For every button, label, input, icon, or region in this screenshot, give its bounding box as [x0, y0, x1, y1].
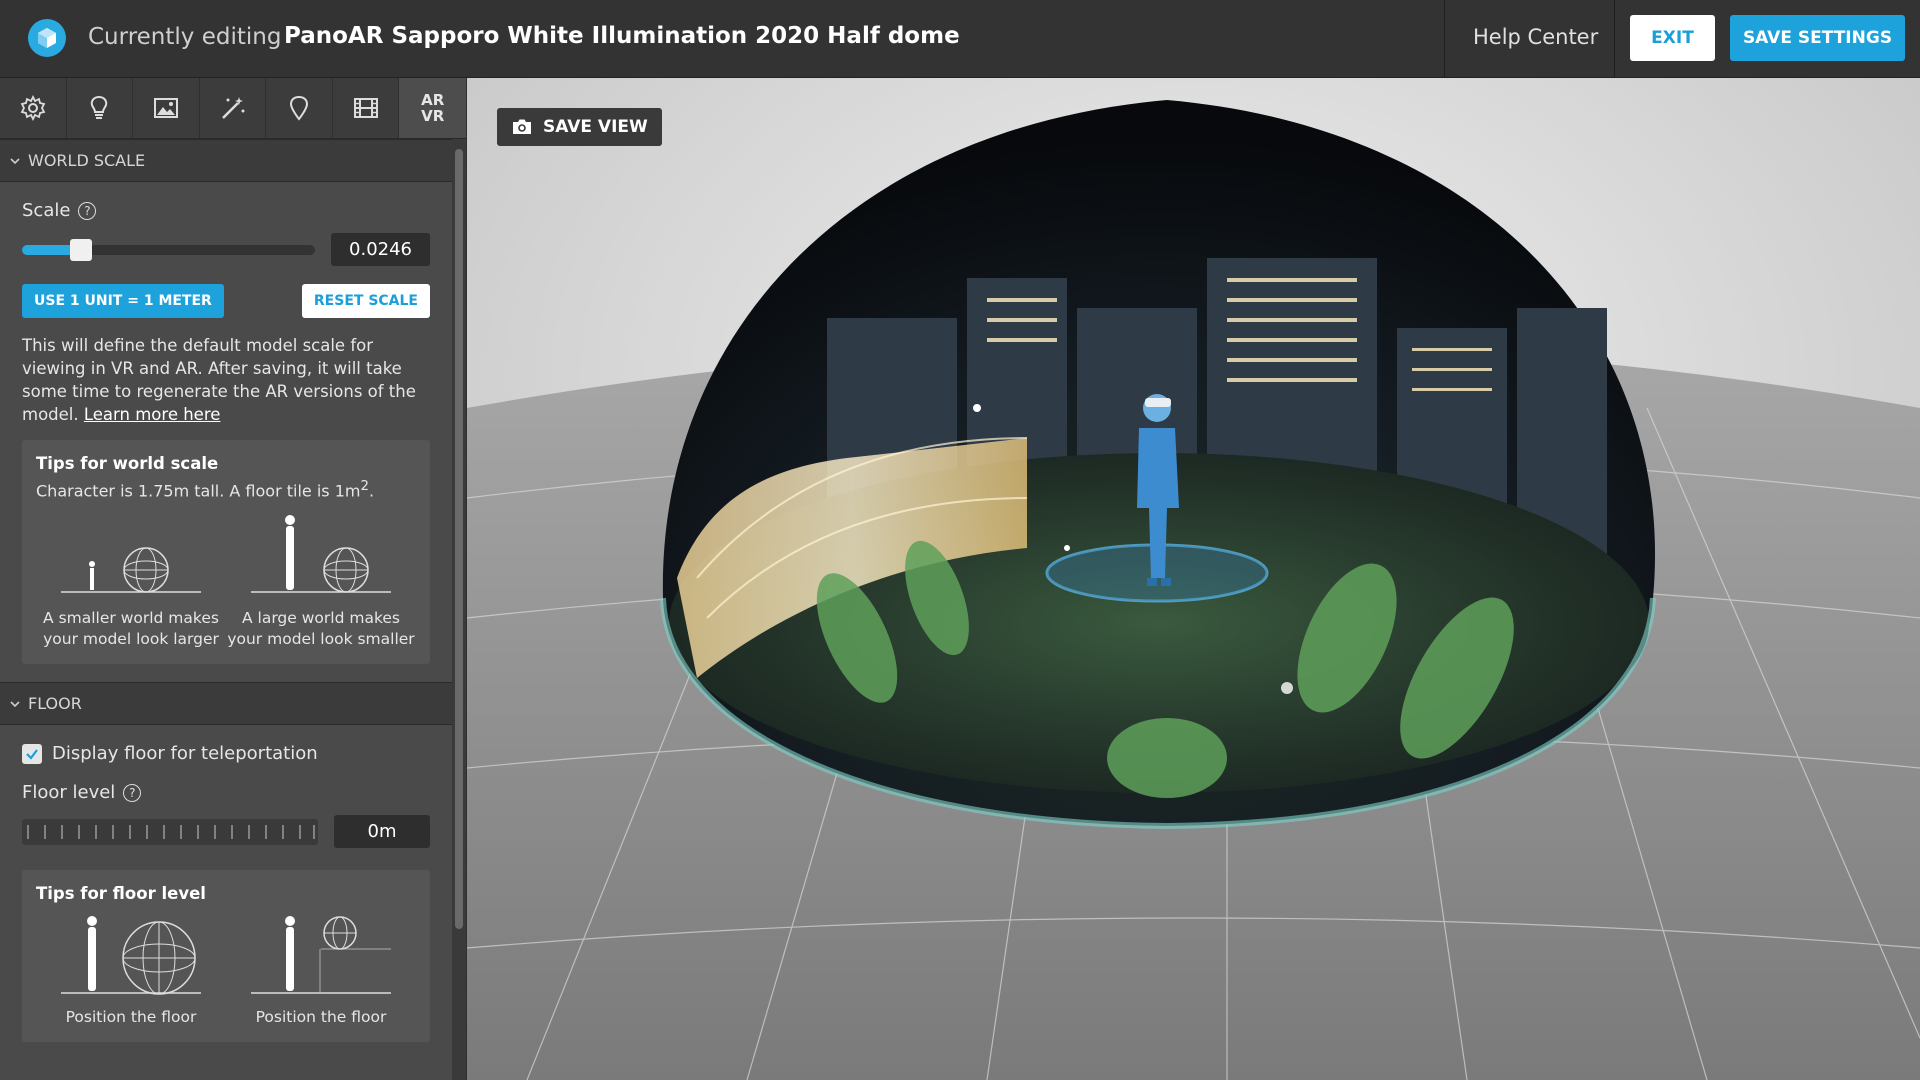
display-floor-label: Display floor for teleportation [52, 743, 318, 765]
scale-value-input[interactable]: 0.0246 [331, 233, 430, 266]
tip-floor-right: Position the floor [226, 911, 416, 1028]
magic-wand-icon [221, 97, 245, 119]
floor-level-slider[interactable] [22, 818, 318, 845]
floor-left-illustration [61, 916, 201, 996]
help-icon[interactable]: ? [78, 201, 97, 220]
chevron-down-icon [10, 701, 20, 707]
scale-label-text: Scale [22, 200, 71, 221]
help-icon[interactable]: ? [123, 783, 142, 802]
tab-background[interactable] [133, 78, 200, 138]
small-world-illustration [61, 547, 201, 594]
tips-title: Tips for floor level [36, 884, 206, 904]
image-icon [153, 98, 178, 118]
pin-icon [290, 95, 309, 121]
save-view-button[interactable]: SAVE VIEW [497, 108, 662, 146]
section-title: FLOOR [28, 694, 82, 714]
floor-section-header[interactable]: FLOOR [0, 682, 452, 726]
reset-scale-button[interactable]: RESET SCALE [301, 284, 430, 318]
tip-large-caption: A large world makes your model look smal… [227, 609, 415, 649]
top-divider [1444, 0, 1445, 78]
scrollbar-thumb[interactable] [455, 149, 463, 929]
help-center-link[interactable]: Help Center [1473, 25, 1598, 49]
film-icon [353, 98, 378, 118]
model-title: PanoAR Sapporo White Illumination 2020 H… [284, 23, 960, 49]
floor-tips-illustrations: Position the floor Position the floor [36, 911, 416, 1028]
tip-small-world: A smaller world makes your model look la… [36, 510, 226, 650]
tab-lighting[interactable] [67, 78, 134, 138]
save-settings-button[interactable]: SAVE SETTINGS [1730, 15, 1905, 61]
use-unit-meter-button[interactable]: USE 1 UNIT = 1 METER [22, 284, 224, 318]
tips-title: Tips for world scale [36, 454, 219, 473]
tab-ar-vr[interactable]: AR VR [399, 78, 467, 138]
check-icon [26, 749, 38, 760]
display-floor-checkbox[interactable] [22, 743, 42, 764]
floor-slider-row: 0m [22, 815, 430, 849]
tip-floor-left: Position the floor [36, 911, 226, 1028]
sidebar-scrollbar[interactable] [452, 139, 466, 1080]
world-scale-section: Scale ? 0.0246 USE 1 UNIT = 1 METER RESE… [0, 182, 452, 682]
floor-level-label: Floor level ? [22, 782, 430, 803]
tips-text-sup: 2 [360, 479, 369, 494]
floor-level-tips: Tips for floor level Position the floor … [22, 870, 430, 1043]
save-view-label: SAVE VIEW [543, 117, 648, 137]
top-bar: Currently editing PanoAR Sapporo White I… [0, 0, 1920, 78]
large-world-illustration [251, 515, 391, 594]
tips-text-main: Character is 1.75m tall. A floor tile is… [36, 481, 361, 501]
scale-slider-handle[interactable] [70, 238, 93, 261]
ar-vr-icon: AR VR [421, 92, 444, 124]
editing-label: Currently editing [88, 24, 282, 50]
scale-buttons: USE 1 UNIT = 1 METER RESET SCALE [22, 284, 430, 318]
tips-text: Character is 1.75m tall. A floor tile is… [36, 479, 416, 500]
floor-level-label-text: Floor level [22, 782, 116, 804]
gear-icon [20, 94, 46, 122]
ar-label: AR [421, 91, 445, 109]
tips-illustrations: A smaller world makes your model look la… [36, 510, 416, 650]
scale-slider[interactable] [22, 238, 316, 261]
app-logo-icon[interactable] [28, 19, 66, 57]
top-divider [1614, 0, 1615, 78]
scale-label: Scale ? [22, 200, 430, 221]
learn-more-link[interactable]: Learn more here [84, 405, 221, 424]
floor-level-value-input[interactable]: 0m [334, 815, 430, 849]
scale-slider-row: 0.0246 [22, 233, 430, 266]
world-scale-section-header[interactable]: WORLD SCALE [0, 139, 452, 182]
display-floor-option[interactable]: Display floor for teleportation [22, 743, 430, 764]
tip-floor-left-caption: Position the floor [65, 1008, 197, 1027]
floor-right-illustration [251, 916, 391, 995]
floor-slider-ticks [27, 824, 315, 839]
tab-post-processing[interactable] [200, 78, 267, 138]
tip-floor-right-caption: Position the floor [255, 1008, 387, 1027]
tip-small-caption: A smaller world makes your model look la… [43, 609, 219, 649]
tab-animations[interactable] [333, 78, 400, 138]
panel-scroll-area[interactable]: WORLD SCALE Scale ? 0.0246 USE 1 UNIT = … [0, 139, 452, 1080]
vr-label: VR [421, 107, 445, 125]
lightbulb-icon [91, 95, 108, 119]
scale-description: This will define the default model scale… [22, 334, 430, 426]
tip-large-world: A large world makes your model look smal… [226, 510, 416, 650]
chevron-down-icon [10, 157, 20, 164]
settings-sidebar: AR VR WORLD SCALE Scale ? 0.0246 USE 1 U… [0, 78, 467, 1080]
scene-render [467, 78, 1920, 1080]
exit-button[interactable]: EXIT [1630, 15, 1715, 61]
tips-text-end: . [368, 481, 375, 501]
settings-toolbar: AR VR [0, 78, 467, 139]
section-title: WORLD SCALE [28, 151, 146, 170]
camera-icon [513, 119, 531, 134]
tab-annotations[interactable] [266, 78, 333, 138]
tab-general[interactable] [0, 78, 67, 138]
floor-section: Display floor for teleportation Floor le… [0, 725, 452, 1060]
world-scale-tips: Tips for world scale Character is 1.75m … [22, 440, 430, 665]
3d-viewport[interactable]: SAVE VIEW [467, 78, 1920, 1080]
